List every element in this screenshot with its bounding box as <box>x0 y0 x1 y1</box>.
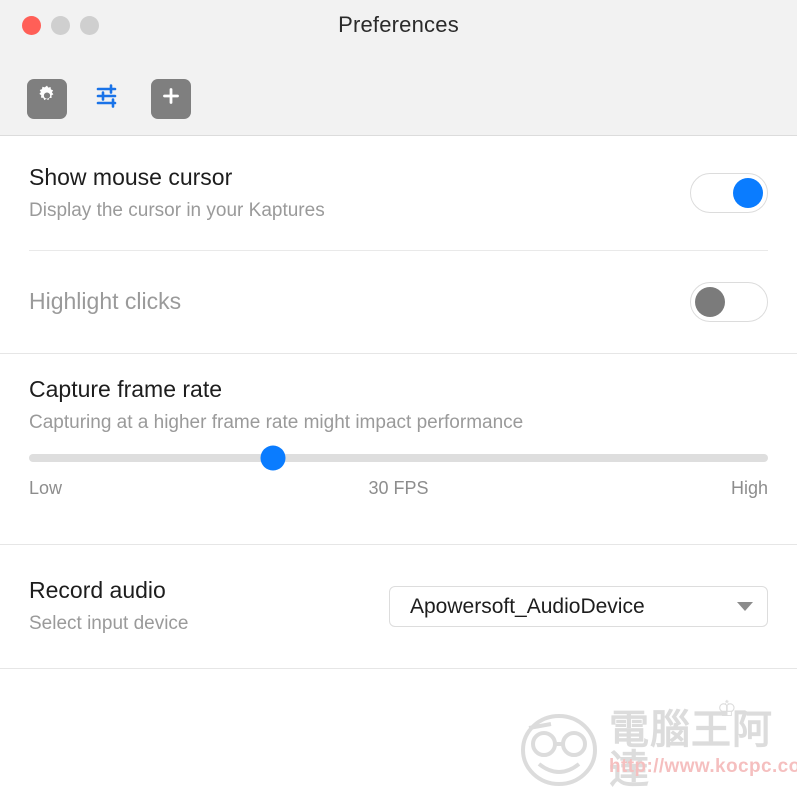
preferences-toolbar <box>0 62 797 136</box>
capture-frame-rate-subtitle: Capturing at a higher frame rate might i… <box>29 412 524 434</box>
setting-row-capture-frame-rate: Capture frame rate Capturing at a higher… <box>0 354 797 438</box>
capture-frame-rate-title: Capture frame rate <box>29 376 223 402</box>
toolbar-item-general[interactable] <box>27 78 67 119</box>
capture-frame-rate-labels: Capture frame rate Capturing at a higher… <box>29 376 523 435</box>
slider-value-label: 30 FPS <box>368 478 429 498</box>
watermark: ♔ 電腦王阿達 http://www.kocpc.com.tw <box>517 696 797 795</box>
highlight-clicks-title: Highlight clicks <box>29 288 182 315</box>
show-mouse-cursor-toggle[interactable] <box>690 173 768 213</box>
toolbar-item-recording[interactable] <box>89 79 129 119</box>
show-mouse-cursor-labels: Show mouse cursor Display the cursor in … <box>29 164 325 223</box>
chevron-down-icon <box>737 602 753 611</box>
section-divider <box>0 668 797 669</box>
audio-input-device-dropdown[interactable]: Apowersoft_AudioDevice <box>389 586 768 627</box>
crown-icon: ♔ <box>717 696 737 721</box>
window-titlebar: Preferences <box>0 0 797 62</box>
highlight-clicks-toggle[interactable] <box>690 282 768 322</box>
setting-row-show-mouse-cursor: Show mouse cursor Display the cursor in … <box>0 136 797 250</box>
show-mouse-cursor-subtitle: Display the cursor in your Kaptures <box>29 199 325 221</box>
record-audio-title: Record audio <box>29 577 166 604</box>
setting-row-highlight-clicks: Highlight clicks <box>0 251 797 353</box>
gear-icon <box>35 84 59 113</box>
toolbar-item-add[interactable] <box>151 78 191 119</box>
page-title: Preferences <box>338 12 459 37</box>
toggle-knob <box>695 287 725 317</box>
toggle-knob <box>733 178 763 208</box>
preferences-window: Preferences Show mouse cursor Display th… <box>0 0 797 802</box>
plus-icon <box>159 84 183 113</box>
record-audio-subtitle: Select input device <box>29 613 189 635</box>
preferences-content: Show mouse cursor Display the cursor in … <box>0 136 797 669</box>
slider-scale-labels: Low 30 FPS High <box>29 478 768 504</box>
slider-track[interactable] <box>29 454 768 462</box>
slider-max-label: High <box>730 478 768 498</box>
mascot-face-icon <box>517 706 601 795</box>
sliders-icon <box>94 81 124 116</box>
record-audio-labels: Record audio Select input device <box>29 577 189 636</box>
highlight-clicks-labels: Highlight clicks <box>29 288 181 315</box>
setting-row-record-audio: Record audio Select input device Apowers… <box>0 545 797 668</box>
show-mouse-cursor-title: Show mouse cursor <box>29 163 233 190</box>
frame-rate-slider[interactable] <box>29 438 768 478</box>
watermark-brand: 電腦王阿達 <box>609 708 773 792</box>
slider-knob[interactable] <box>260 445 286 471</box>
audio-input-device-value: Apowersoft_AudioDevice <box>410 594 645 618</box>
watermark-url: http://www.kocpc.com.tw <box>609 756 797 777</box>
